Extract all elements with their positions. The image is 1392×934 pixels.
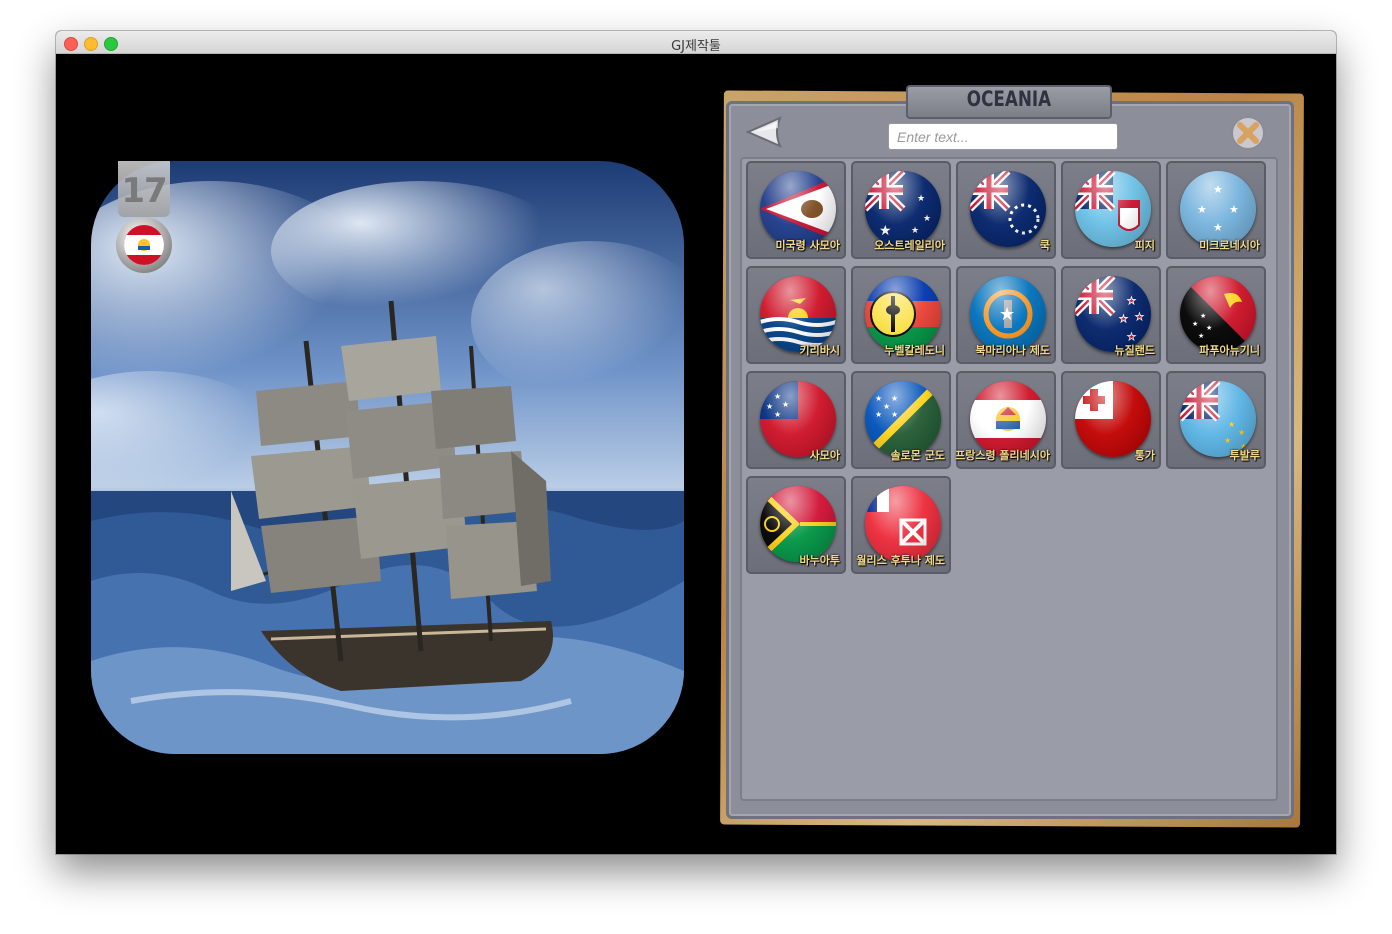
country-label: 바누아투 — [799, 554, 840, 567]
wallis-futuna-flag-icon — [865, 486, 941, 562]
close-icon — [1231, 116, 1265, 150]
country-tile-vanuatu[interactable]: 바누아투 — [746, 476, 846, 574]
country-label: 누벨칼레도니 — [884, 344, 945, 357]
french-polynesia-flag-icon — [124, 225, 164, 265]
kiribati-flag-icon — [760, 276, 836, 352]
country-tile-samoa[interactable]: ★ ★ ★ ★ 사모아 — [746, 371, 846, 469]
close-button[interactable] — [1230, 115, 1266, 151]
papua-new-guinea-flag-icon: ★ ★ ★ ★ — [1180, 276, 1256, 352]
american-samoa-flag-icon — [760, 171, 836, 247]
country-label: 오스트레일리아 — [874, 239, 945, 252]
country-tile-papua-new-guinea[interactable]: ★ ★ ★ ★ 파푸아뉴기니 — [1166, 266, 1266, 364]
country-tile-northern-mariana[interactable]: ★ 북마리아나 제도 — [956, 266, 1056, 364]
country-label: 파푸아뉴기니 — [1199, 344, 1260, 357]
country-label: 솔로몬 군도 — [890, 449, 945, 462]
country-label: 피지 — [1134, 239, 1155, 252]
country-tile-solomon-islands[interactable]: ★ ★ ★ ★ ★ 솔로몬 군도 — [851, 371, 951, 469]
app-window: GJ제작툴 17 OCEANIA Enter text... 미국령 사모아 오… — [56, 31, 1336, 854]
country-label: 미크로네시아 — [1199, 239, 1260, 252]
northern-mariana-flag-icon: ★ — [970, 276, 1046, 352]
solomon-islands-flag-icon: ★ ★ ★ ★ ★ — [865, 381, 941, 457]
back-button[interactable] — [744, 114, 784, 150]
country-tile-fiji[interactable]: 피지 — [1061, 161, 1161, 259]
country-label: 투발루 — [1229, 449, 1260, 462]
fiji-flag-icon — [1075, 171, 1151, 247]
samoa-flag-icon: ★ ★ ★ ★ — [760, 381, 836, 457]
country-tile-micronesia[interactable]: ★ ★ ★ ★ 미크로네시아 — [1166, 161, 1266, 259]
title-bar: GJ제작툴 — [56, 31, 1336, 54]
cook-islands-flag-icon — [970, 171, 1046, 247]
level-number: 17 — [121, 171, 167, 211]
micronesia-flag-icon: ★ ★ ★ ★ — [1180, 171, 1256, 247]
quiz-image — [91, 161, 684, 754]
country-tile-wallis-futuna[interactable]: 월리스 후투나 제도 — [851, 476, 951, 574]
country-tile-french-polynesia[interactable]: 프랑스령 폴리네시아 — [955, 371, 1056, 469]
region-title: OCEANIA — [966, 87, 1052, 111]
country-tile-new-zealand[interactable]: ★ ★ ★ ★ 뉴질랜드 — [1061, 266, 1161, 364]
content-area: 17 OCEANIA Enter text... 미국령 사모아 오스트레일리아… — [56, 54, 1336, 854]
tuvalu-flag-icon: ★ ★ ★ ★ — [1180, 381, 1256, 457]
country-tile-kiribati[interactable]: 키리바시 — [746, 266, 846, 364]
australia-flag-icon: ★ ★ ★ ★ — [865, 171, 941, 247]
country-label: 통가 — [1134, 449, 1155, 462]
country-label: 쿡 — [1039, 239, 1050, 252]
french-polynesia-flag-icon — [970, 381, 1046, 457]
country-label: 뉴질랜드 — [1114, 344, 1155, 357]
country-tile-american-samoa[interactable]: 미국령 사모아 — [746, 161, 846, 259]
search-input[interactable] — [888, 123, 1118, 150]
vanuatu-flag-icon — [760, 486, 836, 562]
new-zealand-flag-icon: ★ ★ ★ ★ — [1075, 276, 1151, 352]
back-arrow-icon — [745, 116, 782, 148]
level-flag-badge — [116, 217, 172, 273]
country-label: 북마리아나 제도 — [975, 344, 1050, 357]
country-tile-cook-islands[interactable]: 쿡 — [956, 161, 1056, 259]
country-label: 키리바시 — [799, 344, 840, 357]
country-tile-new-caledonia[interactable]: 누벨칼레도니 — [851, 266, 951, 364]
tonga-flag-icon — [1075, 381, 1151, 457]
country-tile-australia[interactable]: ★ ★ ★ ★ 오스트레일리아 — [851, 161, 951, 259]
country-label: 사모아 — [809, 449, 840, 462]
country-label: 월리스 후투나 제도 — [856, 554, 945, 567]
country-label: 미국령 사모아 — [775, 239, 840, 252]
window-title: GJ제작툴 — [671, 39, 721, 54]
ship-in-storm-image — [91, 161, 684, 754]
new-caledonia-flag-icon — [865, 276, 941, 352]
country-label: 프랑스령 폴리네시아 — [955, 449, 1050, 462]
country-tile-tonga[interactable]: 통가 — [1061, 371, 1161, 469]
country-tile-tuvalu[interactable]: ★ ★ ★ ★ 투발루 — [1166, 371, 1266, 469]
